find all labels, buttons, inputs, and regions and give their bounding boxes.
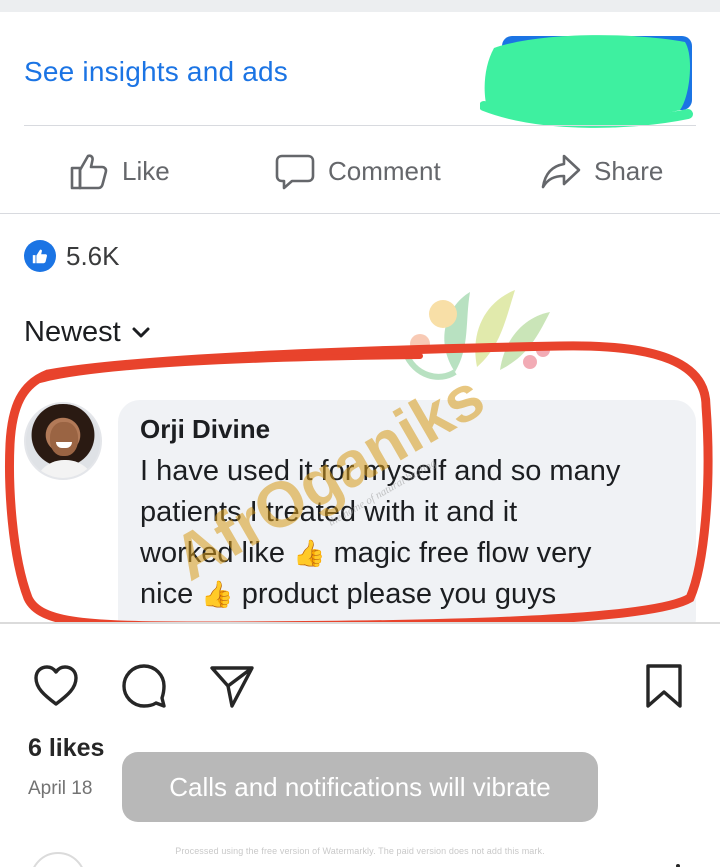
comment-author[interactable]: Orji Divine bbox=[140, 414, 674, 445]
comment-icon[interactable] bbox=[120, 662, 168, 710]
like-button[interactable]: Like bbox=[68, 150, 170, 192]
comment-line-part: nice bbox=[140, 578, 194, 610]
facebook-post-card: See insights and ads Like Comment Share bbox=[0, 0, 720, 622]
sort-label: Newest bbox=[24, 316, 121, 348]
chevron-down-icon bbox=[132, 327, 150, 337]
commenter-avatar[interactable] bbox=[24, 402, 102, 480]
see-insights-link[interactable]: See insights and ads bbox=[24, 56, 288, 88]
likes-count[interactable]: 6 likes bbox=[28, 734, 104, 763]
post-date: April 18 bbox=[28, 778, 93, 799]
instagram-action-row bbox=[0, 662, 720, 712]
heart-icon[interactable] bbox=[32, 662, 80, 710]
reaction-count: 5.6K bbox=[66, 240, 120, 271]
share-label: Share bbox=[594, 155, 664, 186]
actions-divider bbox=[0, 213, 720, 214]
like-label: Like bbox=[122, 155, 170, 186]
send-icon[interactable] bbox=[208, 662, 256, 710]
like-reaction-icon bbox=[24, 240, 56, 272]
comment-line: worked like 👍 magic free flow very bbox=[140, 533, 674, 574]
comment-line-part: worked like bbox=[140, 537, 286, 569]
comment-line: I have used it for myself and so many bbox=[140, 455, 621, 487]
footer-watermark-note: Processed using the free version of Wate… bbox=[175, 846, 545, 856]
share-button[interactable]: Share bbox=[540, 150, 663, 192]
comment-line: nice 👍 product please you guys bbox=[140, 574, 674, 615]
post-action-bar: Like Comment Share bbox=[0, 140, 720, 204]
share-arrow-icon bbox=[541, 154, 581, 189]
thumbs-up-emoji-icon: 👍 bbox=[201, 579, 234, 609]
bookmark-icon[interactable] bbox=[640, 662, 688, 710]
top-divider-strip bbox=[0, 0, 720, 12]
comment-bubble: Orji Divine I have used it for myself an… bbox=[118, 400, 696, 622]
comment-line: patients I treated with it and it bbox=[140, 496, 518, 528]
instagram-post-footer: 6 likes April 18 Calls and notifications… bbox=[0, 622, 720, 867]
insights-divider bbox=[24, 125, 696, 126]
comment-button[interactable]: Comment bbox=[274, 150, 441, 192]
comment-label: Comment bbox=[328, 155, 441, 186]
redaction-scribble bbox=[480, 35, 693, 128]
thumbs-up-emoji-icon: 👍 bbox=[293, 538, 326, 568]
system-toast: Calls and notifications will vibrate bbox=[122, 752, 598, 822]
comment-text: I have used it for myself and so many pa… bbox=[140, 451, 674, 615]
comment-bubble-icon bbox=[275, 154, 315, 190]
comment-line-part: product please you guys bbox=[241, 578, 557, 610]
comment-line-part: magic free flow very bbox=[333, 537, 592, 569]
thumbs-up-icon bbox=[70, 154, 108, 190]
comment-sort-dropdown[interactable]: Newest bbox=[24, 316, 151, 349]
reaction-summary[interactable]: 5.6K bbox=[24, 240, 120, 272]
